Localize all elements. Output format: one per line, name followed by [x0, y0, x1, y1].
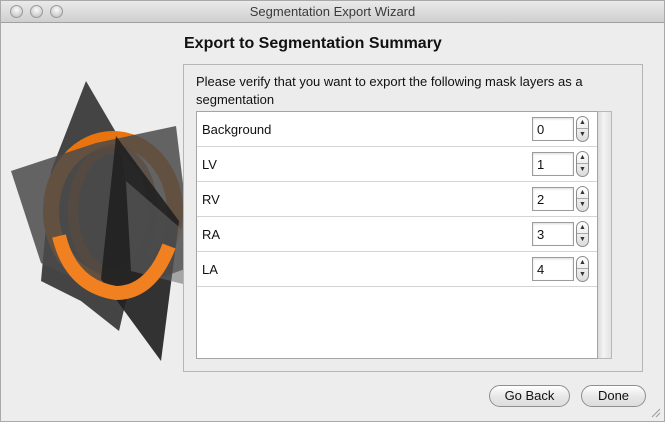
layer-stepper[interactable]: ▲ ▼ [576, 116, 589, 142]
stepper-up-icon[interactable]: ▲ [577, 117, 588, 129]
page-title: Export to Segmentation Summary [184, 35, 442, 52]
stepper-down-icon[interactable]: ▼ [577, 269, 588, 281]
layer-value-field[interactable]: 2 [532, 187, 574, 211]
layer-row-ra: RA 3 ▲ ▼ [197, 217, 597, 252]
layer-name: LV [202, 157, 217, 172]
layer-name: RA [202, 227, 221, 242]
layer-stepper[interactable]: ▲ ▼ [576, 256, 589, 282]
stepper-down-icon[interactable]: ▼ [577, 164, 588, 176]
stepper-down-icon[interactable]: ▼ [577, 234, 588, 246]
layer-stepper[interactable]: ▲ ▼ [576, 221, 589, 247]
layer-row-lv: LV 1 ▲ ▼ [197, 147, 597, 182]
instruction-text: Please verify that you want to export th… [196, 74, 583, 107]
stepper-down-icon[interactable]: ▼ [577, 199, 588, 211]
layer-list-scrollbar[interactable] [598, 111, 612, 359]
layer-row-la: LA 4 ▲ ▼ [197, 252, 597, 287]
layer-stepper[interactable]: ▲ ▼ [576, 186, 589, 212]
stepper-up-icon[interactable]: ▲ [577, 257, 588, 269]
layer-name: Background [202, 122, 272, 137]
title-bar: Segmentation Export Wizard [1, 1, 664, 23]
summary-panel: Please verify that you want to export th… [183, 64, 643, 372]
go-back-button[interactable]: Go Back [489, 385, 570, 407]
wizard-window: Segmentation Export Wizard Export to Seg… [0, 0, 665, 422]
layer-stepper[interactable]: ▲ ▼ [576, 151, 589, 177]
done-button[interactable]: Done [581, 385, 646, 407]
stepper-down-icon[interactable]: ▼ [577, 129, 588, 141]
layer-list: Background 0 ▲ ▼ LV 1 ▲ ▼ RV 2 ▲ ▼ RA 3 … [196, 111, 598, 359]
layer-row-rv: RV 2 ▲ ▼ [197, 182, 597, 217]
segmentation-planes-logo-icon [11, 81, 201, 361]
window-title: Segmentation Export Wizard [249, 4, 416, 19]
stepper-up-icon[interactable]: ▲ [577, 187, 588, 199]
stepper-up-icon[interactable]: ▲ [577, 222, 588, 234]
resize-grip-icon[interactable] [650, 407, 661, 418]
stepper-up-icon[interactable]: ▲ [577, 152, 588, 164]
layer-value-field[interactable]: 3 [532, 222, 574, 246]
layer-row-background: Background 0 ▲ ▼ [197, 112, 597, 147]
layer-name: LA [202, 262, 218, 277]
layer-value-field[interactable]: 0 [532, 117, 574, 141]
layer-value-field[interactable]: 1 [532, 152, 574, 176]
layer-value-field[interactable]: 4 [532, 257, 574, 281]
layer-name: RV [202, 192, 220, 207]
